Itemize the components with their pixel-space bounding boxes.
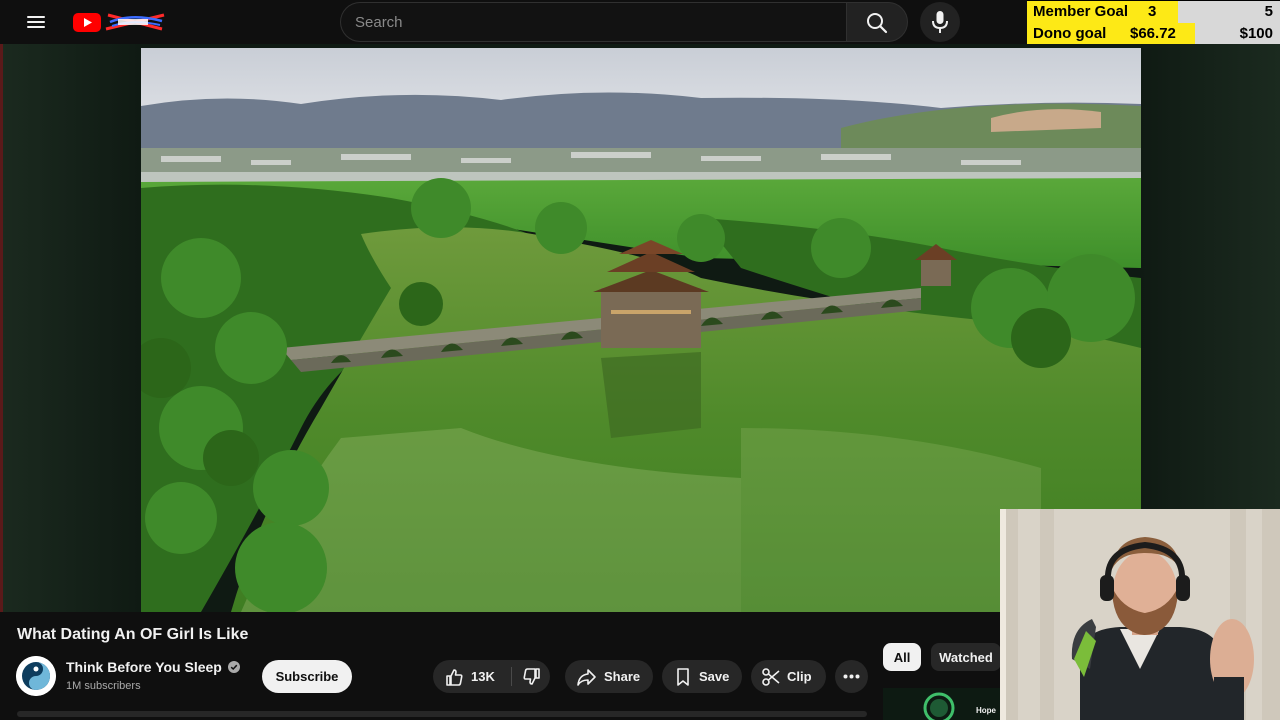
member-goal-label: Member Goal (1033, 3, 1129, 20)
member-goal: Member Goal 3 5 (1027, 1, 1280, 23)
like-dislike-group: 13K (433, 660, 550, 693)
dono-goal-target: $100 (1239, 25, 1273, 42)
clip-label: Clip (787, 669, 812, 684)
thumbs-up-icon[interactable] (443, 666, 465, 688)
video-title: What Dating An OF Girl Is Like (17, 626, 249, 643)
channel-avatar-image (16, 656, 56, 696)
dono-goal-current: $66.72 (1130, 25, 1176, 42)
video-content-landscape (141, 48, 1141, 612)
chip-watched-label: Watched (939, 650, 993, 665)
like-count[interactable]: 13K (471, 669, 495, 684)
scissors-icon (762, 668, 780, 686)
chip-all[interactable]: All (883, 643, 921, 671)
recommended-video-thumbnail[interactable]: Hope (883, 688, 1001, 720)
channel-name[interactable]: Think Before You Sleep (66, 659, 222, 675)
hamburger-menu-icon[interactable] (22, 10, 50, 34)
verified-badge-icon (228, 661, 240, 673)
channel-avatar[interactable] (16, 656, 56, 696)
search-input[interactable] (355, 3, 825, 41)
dono-goal-label: Dono goal (1033, 25, 1107, 42)
member-goal-target: 5 (1264, 3, 1273, 20)
thumbs-down-icon[interactable] (521, 666, 543, 688)
search-box (340, 2, 847, 42)
streamer-webcam-overlay (1000, 509, 1280, 720)
save-button[interactable]: Save (662, 660, 742, 693)
thumbnail-caption: Hope (976, 706, 996, 715)
chip-watched[interactable]: Watched (931, 643, 1001, 671)
subscribe-button[interactable]: Subscribe (262, 660, 352, 693)
webcam-video (1000, 509, 1280, 720)
stream-goals-overlay: Member Goal 3 5 Dono goal $66.72 $100 (1027, 0, 1280, 45)
member-goal-current: 3 (1148, 3, 1157, 20)
microphone-icon (932, 11, 948, 33)
share-icon (577, 669, 596, 686)
youtube-logo[interactable] (72, 9, 168, 35)
chip-all-label: All (893, 650, 911, 665)
more-horizontal-icon (843, 674, 860, 679)
subscriber-count: 1M subscribers (66, 680, 141, 692)
more-actions-button[interactable] (835, 660, 868, 693)
dono-goal: Dono goal $66.72 $100 (1027, 23, 1280, 45)
save-label: Save (699, 669, 730, 684)
description-box-edge (17, 711, 867, 717)
search-button[interactable] (846, 2, 908, 42)
thumbnail-image (883, 688, 1001, 720)
video-frame[interactable] (141, 48, 1141, 612)
search-icon (867, 13, 888, 34)
voice-search-button[interactable] (920, 2, 960, 42)
bookmark-icon (677, 668, 689, 686)
share-button[interactable]: Share (565, 660, 653, 693)
clip-button[interactable]: Clip (751, 660, 826, 693)
share-label: Share (604, 669, 641, 684)
